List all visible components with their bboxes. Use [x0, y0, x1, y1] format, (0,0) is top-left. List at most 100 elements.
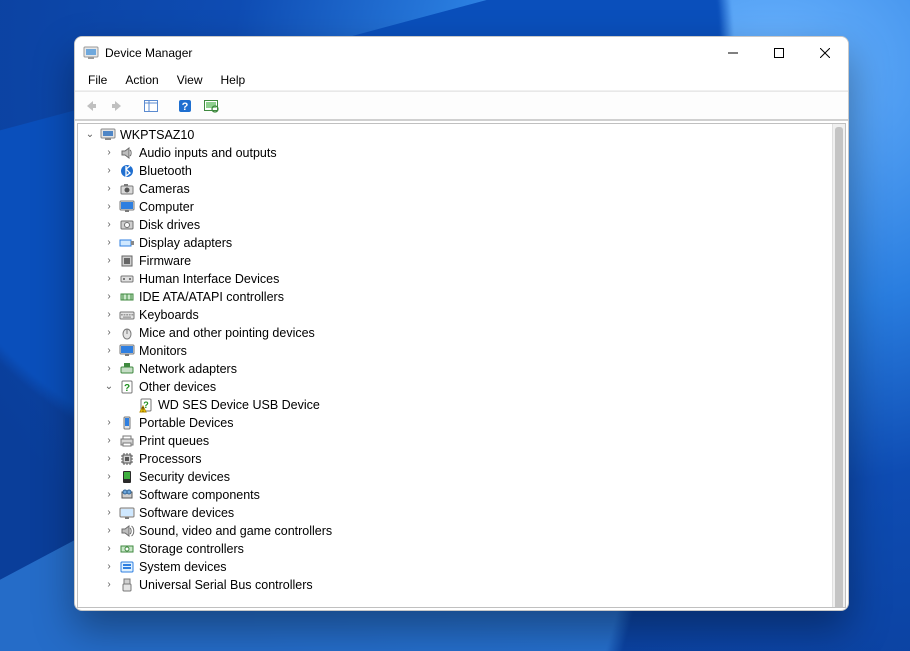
menu-action[interactable]: Action	[116, 71, 167, 89]
unknown-warning-icon: ?!	[138, 397, 154, 413]
tree-category[interactable]: ›Software components	[80, 486, 845, 504]
media-icon	[119, 523, 135, 539]
chevron-down-icon[interactable]: ⌄	[102, 380, 116, 394]
maximize-button[interactable]	[756, 37, 802, 69]
tree-category[interactable]: ⌄?Other devices	[80, 378, 845, 396]
tree-category[interactable]: ›Cameras	[80, 180, 845, 198]
tree-category[interactable]: ›Storage controllers	[80, 540, 845, 558]
chevron-right-icon[interactable]: ›	[102, 146, 116, 160]
chevron-right-icon[interactable]: ›	[102, 578, 116, 592]
tree-node-label: Mice and other pointing devices	[139, 326, 321, 340]
chevron-right-icon[interactable]: ›	[102, 560, 116, 574]
tree-node-label: Bluetooth	[139, 164, 198, 178]
keyboard-icon	[119, 307, 135, 323]
tree-node-label: Sound, video and game controllers	[139, 524, 338, 538]
tree-category[interactable]: › Disk drives	[80, 216, 845, 234]
sw-component-icon	[119, 487, 135, 503]
system-icon	[119, 559, 135, 575]
disk-icon	[119, 217, 135, 233]
show-hide-tree-button[interactable]	[139, 94, 163, 118]
tree-category[interactable]: › Bluetooth	[80, 162, 845, 180]
tree-category[interactable]: › Mice and other pointing devices	[80, 324, 845, 342]
tree-category[interactable]: › Firmware	[80, 252, 845, 270]
tree-category[interactable]: › Universal Serial Bus controllers	[80, 576, 845, 594]
svg-text:?: ?	[182, 101, 189, 113]
tree-category[interactable]: › Sound, video and game controllers	[80, 522, 845, 540]
tree-category[interactable]: ›IDE ATA/ATAPI controllers	[80, 288, 845, 306]
tree-node-label: Universal Serial Bus controllers	[139, 578, 319, 592]
tree-category[interactable]: ›Processors	[80, 450, 845, 468]
chevron-right-icon[interactable]: ›	[102, 290, 116, 304]
tree-category[interactable]: ›Software devices	[80, 504, 845, 522]
tree-category[interactable]: › Display adapters	[80, 234, 845, 252]
tree-node-label: System devices	[139, 560, 233, 574]
security-icon	[119, 469, 135, 485]
help-button[interactable]: ?	[173, 94, 197, 118]
chevron-right-icon[interactable]: ›	[102, 272, 116, 286]
minimize-button[interactable]	[710, 37, 756, 69]
device-manager-window: Device Manager File Action View Help	[74, 36, 849, 611]
chevron-right-icon[interactable]: ›	[102, 236, 116, 250]
tree-category[interactable]: › System devices	[80, 558, 845, 576]
tree-category[interactable]: ›Keyboards	[80, 306, 845, 324]
tree-category[interactable]: › Network adapters	[80, 360, 845, 378]
tree-node-label: Disk drives	[139, 218, 206, 232]
tree-view-container: ⌄WKPTSAZ10›Audio inputs and outputs›Blue…	[77, 123, 846, 608]
tree-node-label: Display adapters	[139, 236, 238, 250]
chevron-right-icon[interactable]: ›	[102, 182, 116, 196]
menubar: File Action View Help	[75, 69, 848, 91]
ide-icon	[119, 289, 135, 305]
device-tree[interactable]: ⌄WKPTSAZ10›Audio inputs and outputs›Blue…	[78, 124, 845, 607]
menu-file[interactable]: File	[79, 71, 116, 89]
chevron-right-icon[interactable]: ›	[102, 326, 116, 340]
minimize-icon	[728, 48, 738, 58]
tree-category[interactable]: › Security devices	[80, 468, 845, 486]
storage-ctrl-icon	[119, 541, 135, 557]
chevron-right-icon[interactable]: ›	[102, 254, 116, 268]
chevron-right-icon[interactable]: ›	[102, 488, 116, 502]
close-button[interactable]	[802, 37, 848, 69]
tree-root[interactable]: ⌄WKPTSAZ10	[80, 126, 845, 144]
chevron-right-icon[interactable]: ›	[102, 542, 116, 556]
chevron-right-icon[interactable]: ›	[102, 362, 116, 376]
monitor-icon	[119, 199, 135, 215]
chevron-down-icon[interactable]: ⌄	[83, 128, 97, 142]
tree-category[interactable]: ›Print queues	[80, 432, 845, 450]
chevron-right-icon[interactable]: ›	[102, 416, 116, 430]
chevron-right-icon[interactable]: ›	[102, 308, 116, 322]
chevron-right-icon[interactable]: ›	[102, 506, 116, 520]
tree-node-label: Security devices	[139, 470, 236, 484]
chevron-right-icon[interactable]: ›	[102, 218, 116, 232]
titlebar[interactable]: Device Manager	[75, 37, 848, 69]
chevron-right-icon[interactable]: ›	[102, 524, 116, 538]
chevron-right-icon[interactable]: ›	[102, 200, 116, 214]
forward-button[interactable]	[105, 94, 129, 118]
unknown-icon: ?	[119, 379, 135, 395]
menu-view[interactable]: View	[168, 71, 212, 89]
tree-category[interactable]: ›Computer	[80, 198, 845, 216]
display-adapter-icon	[119, 235, 135, 251]
tree-category[interactable]: ›Human Interface Devices	[80, 270, 845, 288]
tree-node-label: Monitors	[139, 344, 193, 358]
tree-node-label: Firmware	[139, 254, 197, 268]
scan-hardware-button[interactable]	[199, 94, 223, 118]
tree-category[interactable]: › Monitors	[80, 342, 845, 360]
close-icon	[820, 48, 830, 58]
back-button[interactable]	[79, 94, 103, 118]
tree-device[interactable]: ?!WD SES Device USB Device	[80, 396, 845, 414]
chevron-right-icon[interactable]: ›	[102, 434, 116, 448]
vertical-scrollbar[interactable]	[832, 124, 845, 607]
ide-icon	[119, 289, 135, 305]
chevron-right-icon[interactable]: ›	[102, 344, 116, 358]
tree-category[interactable]: ›Portable Devices	[80, 414, 845, 432]
tree-category[interactable]: ›Audio inputs and outputs	[80, 144, 845, 162]
tree-node-label: Network adapters	[139, 362, 243, 376]
hid-icon	[119, 271, 135, 287]
chevron-right-icon[interactable]: ›	[102, 470, 116, 484]
network-icon	[119, 361, 135, 377]
chevron-right-icon[interactable]: ›	[102, 452, 116, 466]
chevron-right-icon[interactable]: ›	[102, 164, 116, 178]
portable-icon	[119, 415, 135, 431]
scrollbar-thumb[interactable]	[835, 127, 843, 608]
menu-help[interactable]: Help	[212, 71, 255, 89]
